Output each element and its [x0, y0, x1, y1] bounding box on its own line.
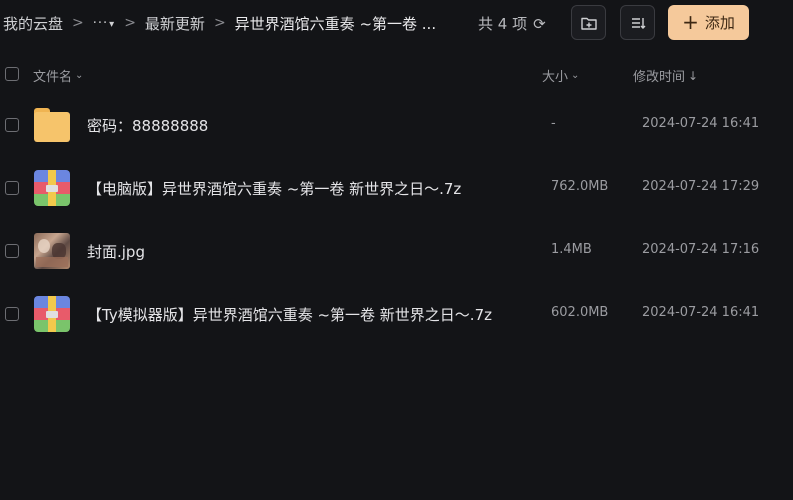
file-name[interactable]: 【Ty模拟器版】异世界酒馆六重奏 ~第一卷 新世界之日～.7z	[87, 304, 492, 325]
row-checkbox[interactable]	[5, 307, 19, 321]
file-modified: 2024-07-24 17:16	[642, 242, 760, 257]
plus-icon: +	[682, 9, 699, 34]
breadcrumb-root[interactable]: 我的云盘	[3, 13, 63, 34]
row-checkbox[interactable]	[5, 244, 19, 258]
select-all-checkbox[interactable]	[5, 67, 19, 81]
table-row[interactable]: 【电脑版】异世界酒馆六重奏 ~第一卷 新世界之日～.7z 762.0MB 202…	[0, 158, 793, 218]
file-modified: 2024-07-24 16:41	[642, 305, 760, 320]
table-row[interactable]: 密码：88888888 - 2024-07-24 16:41	[0, 95, 793, 155]
row-checkbox[interactable]	[5, 181, 19, 195]
file-name[interactable]: 封面.jpg	[87, 241, 145, 262]
table-row[interactable]: 封面.jpg 1.4MB 2024-07-24 17:16	[0, 221, 793, 281]
column-modified-label: 修改时间	[633, 70, 686, 85]
breadcrumb-parent[interactable]: 最新更新	[145, 13, 205, 34]
file-size: 762.0MB	[551, 179, 609, 194]
chevron-right-icon: >	[213, 15, 226, 31]
caret-down-icon: ▾	[109, 18, 116, 30]
sort-button[interactable]	[620, 5, 655, 40]
top-bar: 我的云盘 > ···▾ > 最新更新 > 异世界酒馆六重奏 ~第一卷 ... 共…	[0, 0, 793, 46]
item-count: 共 4 项 ⟳	[478, 13, 546, 34]
sort-down-arrow-icon: ↓	[688, 68, 699, 83]
add-button-label: 添加	[704, 14, 735, 32]
sort-icon	[631, 17, 645, 29]
chevron-down-icon: ⌄	[75, 70, 84, 81]
row-checkbox[interactable]	[5, 118, 19, 132]
column-size[interactable]: 大小 ⌄	[542, 66, 579, 85]
add-button[interactable]: + 添加	[668, 5, 749, 40]
table-row[interactable]: 【Ty模拟器版】异世界酒馆六重奏 ~第一卷 新世界之日～.7z 602.0MB …	[0, 284, 793, 344]
item-count-label: 共 4 项	[478, 15, 528, 33]
file-size: -	[551, 116, 556, 131]
chevron-right-icon: >	[124, 15, 136, 31]
file-size: 1.4MB	[551, 242, 592, 257]
breadcrumb-more[interactable]: ···▾	[93, 16, 115, 31]
breadcrumb-current: 异世界酒馆六重奏 ~第一卷 ...	[234, 14, 437, 33]
file-modified: 2024-07-24 16:41	[642, 116, 760, 131]
image-thumbnail	[34, 233, 70, 269]
new-folder-button[interactable]	[571, 5, 606, 40]
column-name-label: 文件名	[33, 70, 73, 85]
archive-file-icon	[34, 296, 70, 332]
column-modified[interactable]: 修改时间 ↓	[633, 66, 699, 86]
file-list-header: 文件名 ⌄ 大小 ⌄ 修改时间 ↓	[0, 60, 793, 88]
new-folder-icon	[580, 17, 597, 30]
breadcrumb: 我的云盘 > ···▾ > 最新更新 > 异世界酒馆六重奏 ~第一卷 ...	[3, 12, 436, 34]
chevron-down-icon: ⌄	[571, 70, 580, 81]
column-name[interactable]: 文件名 ⌄	[33, 66, 83, 85]
file-size: 602.0MB	[551, 305, 609, 320]
file-modified: 2024-07-24 17:29	[642, 179, 760, 194]
archive-file-icon	[34, 170, 70, 206]
column-size-label: 大小	[542, 70, 569, 85]
chevron-right-icon: >	[72, 15, 84, 31]
refresh-icon[interactable]: ⟳	[533, 15, 546, 33]
file-name[interactable]: 密码：88888888	[87, 115, 208, 136]
file-name[interactable]: 【电脑版】异世界酒馆六重奏 ~第一卷 新世界之日～.7z	[87, 178, 461, 199]
folder-icon	[34, 107, 70, 143]
